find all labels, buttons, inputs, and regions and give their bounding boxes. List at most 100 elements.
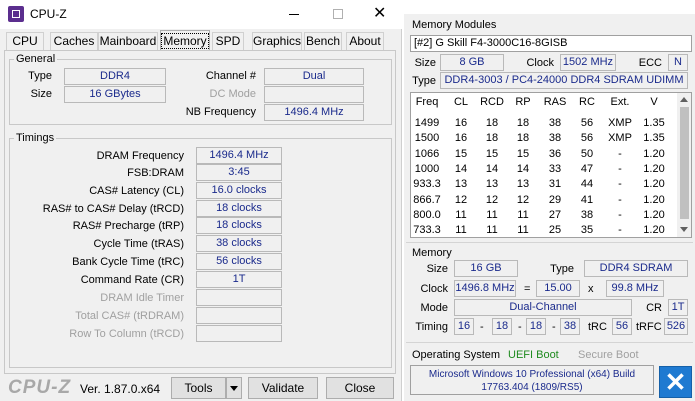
close-x-icon: ✕	[664, 367, 687, 397]
title-bar[interactable]: CPU-Z ✕	[0, 0, 402, 29]
spd-header-row: Freq CL RCD RP RAS RC Ext. V	[411, 96, 681, 112]
nbfreq-value: 1496.4 MHz	[264, 104, 364, 121]
spd-cell-rcd: 13	[485, 178, 499, 191]
memory-size-label: Size	[426, 263, 448, 275]
spd-cell-cl: 11	[455, 224, 467, 237]
spd-table: Freq CL RCD RP RAS RC Ext. V 1499 16 18 18 3…	[410, 92, 692, 238]
col-ext: Ext.	[610, 96, 630, 108]
col-rp: RP	[515, 96, 531, 108]
dcmode-value	[264, 86, 364, 103]
total-cas-value	[196, 307, 282, 324]
spd-row: 933.3 13 13 13 31 44 - 1.20	[411, 177, 677, 192]
tools-button[interactable]: Tools	[171, 377, 226, 399]
tab-caches[interactable]: Caches	[50, 32, 98, 50]
spd-cell-cl: 12	[454, 193, 468, 206]
mode-value: Dual-Channel	[454, 299, 632, 316]
tools-dropdown-button[interactable]	[226, 377, 242, 399]
close-icon: ✕	[373, 5, 387, 22]
bus-value: 99.8 MHz	[606, 280, 664, 297]
spd-cell-cl: 11	[455, 208, 467, 221]
total-cas-label: Total CAS# (tRDRAM)	[75, 310, 184, 322]
trp-label: RAS# Precharge (tRP)	[72, 220, 184, 232]
tab-bench[interactable]: Bench	[304, 32, 342, 50]
tab-cpu[interactable]: CPU	[6, 32, 44, 50]
maximize-icon	[333, 9, 343, 19]
validate-button[interactable]: Validate	[248, 377, 318, 399]
maximize-button[interactable]	[316, 0, 360, 29]
window-title: CPU-Z	[30, 7, 67, 21]
spd-row: 1066 15 15 15 36 50 - 1.20	[411, 147, 677, 162]
tab-mainboard[interactable]: Mainboard	[98, 32, 158, 50]
memory-clock-label: Clock	[420, 283, 448, 295]
spd-cell-ras: 36	[548, 147, 562, 160]
multiplier-value: 15.00	[536, 280, 580, 297]
os-label: Operating System	[412, 349, 501, 361]
tras-value: 38 clocks	[196, 235, 282, 252]
module-select[interactable]: [#2] G Skill F4-3000C16-8GISB	[410, 35, 692, 52]
mode-label: Mode	[420, 302, 448, 314]
minimize-button[interactable]	[272, 0, 316, 29]
col-v: V	[650, 96, 658, 108]
row-to-column-label: Row To Column (tRCD)	[69, 328, 184, 340]
spd-cell-ras: 27	[548, 208, 562, 221]
spd-cell-cl: 16	[454, 132, 468, 145]
close-button[interactable]: Close	[326, 377, 394, 399]
type-label: Type	[28, 70, 52, 82]
close-panel-button[interactable]: ✕	[659, 366, 692, 398]
os-info-box: Microsoft Windows 10 Professional (x64) …	[410, 365, 654, 395]
fsb-dram-value: 3:45	[196, 164, 282, 181]
row-to-column-value	[196, 325, 282, 342]
col-rcd: RCD	[480, 96, 504, 108]
spd-cell-rp: 18	[516, 117, 530, 129]
spd-cell-freq: 1500	[414, 132, 440, 145]
spd-cell-ras: 25	[548, 224, 562, 237]
spd-cell-rc: 44	[580, 178, 594, 191]
spd-cell-freq: 1000	[414, 162, 440, 175]
trc-small-label: tRC	[588, 321, 607, 333]
module-ecc-value: N	[668, 54, 688, 71]
timings-title: Timings	[14, 132, 57, 145]
spd-cell-rcd: 15	[485, 147, 499, 160]
tab-spd[interactable]: SPD	[212, 32, 244, 50]
tab-memory[interactable]: Memory	[160, 30, 210, 51]
dropdown-arrow-icon	[230, 386, 238, 392]
timing-dash-1: -	[480, 321, 484, 333]
spd-cell-freq: 1066	[414, 147, 440, 160]
spd-cell-v: 1.20	[643, 178, 665, 191]
version-text: Ver. 1.87.0.x64	[80, 382, 161, 396]
spd-cell-ext: XMP	[608, 117, 632, 129]
timing-rcd: 18	[492, 318, 512, 335]
cpuz-window: CPU-Z ✕ CPU Caches Mainboard Memory SPD …	[0, 0, 402, 401]
scroll-up-icon[interactable]	[680, 97, 688, 102]
spd-cell-ext: -	[618, 178, 622, 191]
close-window-button[interactable]: ✕	[358, 0, 402, 29]
spd-cell-v: 1.20	[643, 208, 665, 221]
tab-about[interactable]: About	[346, 32, 384, 50]
channel-label: Channel #	[205, 70, 256, 82]
col-rc: RC	[579, 96, 595, 108]
tras-label: Cycle Time (tRAS)	[93, 238, 184, 250]
spd-scrollbar[interactable]	[677, 93, 691, 237]
spd-cell-v: 1.20	[643, 162, 665, 175]
timing-label: Timing	[415, 321, 448, 333]
module-type-label: Type	[412, 75, 436, 87]
memory-type-value: DDR4 SDRAM	[584, 260, 688, 277]
dcmode-label: DC Mode	[209, 88, 256, 100]
col-ras: RAS	[543, 96, 567, 108]
scroll-down-icon[interactable]	[680, 227, 688, 232]
spd-cell-v: 1.20	[643, 224, 665, 237]
spd-cell-rp: 11	[517, 224, 529, 237]
spd-cell-rp: 18	[516, 132, 530, 145]
module-select-value: [#2] G Skill F4-3000C16-8GISB	[414, 37, 568, 49]
module-clock-label: Clock	[526, 57, 554, 69]
module-clock-value: 1502 MHz	[560, 54, 616, 71]
scroll-thumb[interactable]	[680, 107, 689, 219]
cas-latency-label: CAS# Latency (CL)	[89, 185, 184, 197]
os-divider	[406, 342, 693, 343]
spd-cell-freq: 733.3	[413, 224, 441, 237]
trc-value: 56 clocks	[196, 253, 282, 270]
spd-cell-cl: 16	[454, 117, 468, 129]
tab-graphics[interactable]: Graphics	[252, 32, 302, 50]
module-type-value: DDR4-3003 / PC4-24000 DDR4 SDRAM UDIMM	[440, 72, 688, 89]
spd-cell-v: 1.35	[643, 117, 665, 129]
